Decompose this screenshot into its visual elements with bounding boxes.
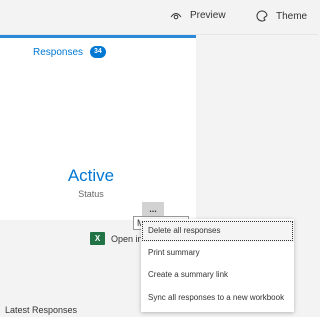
panel-accent-bar bbox=[0, 35, 196, 38]
responses-panel: Responses 34 Active Status bbox=[0, 35, 196, 220]
tab-responses-label: Responses bbox=[33, 46, 84, 58]
status-value: Active bbox=[67, 166, 115, 185]
response-count-badge: 34 bbox=[90, 46, 106, 58]
tab-responses[interactable]: Responses 34 bbox=[33, 46, 106, 58]
theme-label: Theme bbox=[276, 10, 308, 22]
menu-item-delete-all-responses[interactable]: Delete all responses bbox=[141, 220, 294, 242]
preview-label: Preview bbox=[190, 10, 226, 21]
menu-item-create-summary-link[interactable]: Create a summary link bbox=[141, 264, 294, 286]
menu-item-print-summary[interactable]: Print summary bbox=[141, 242, 294, 264]
eye-icon bbox=[170, 11, 182, 21]
status-label: Status bbox=[78, 189, 104, 199]
open-in-excel-label: Open in bbox=[111, 233, 143, 244]
excel-icon: X bbox=[90, 232, 105, 245]
preview-button[interactable]: Preview bbox=[170, 10, 226, 21]
latest-responses-heading: Latest Responses bbox=[5, 305, 78, 315]
theme-button[interactable]: Theme bbox=[256, 10, 307, 22]
more-options-menu: Delete all responses Print summary Creat… bbox=[141, 219, 294, 312]
palette-icon bbox=[256, 10, 268, 22]
top-toolbar: Preview Theme bbox=[0, 0, 318, 35]
open-in-excel-button[interactable]: X Open in bbox=[90, 232, 143, 245]
menu-item-sync-responses-workbook[interactable]: Sync all responses to a new workbook bbox=[141, 287, 294, 309]
